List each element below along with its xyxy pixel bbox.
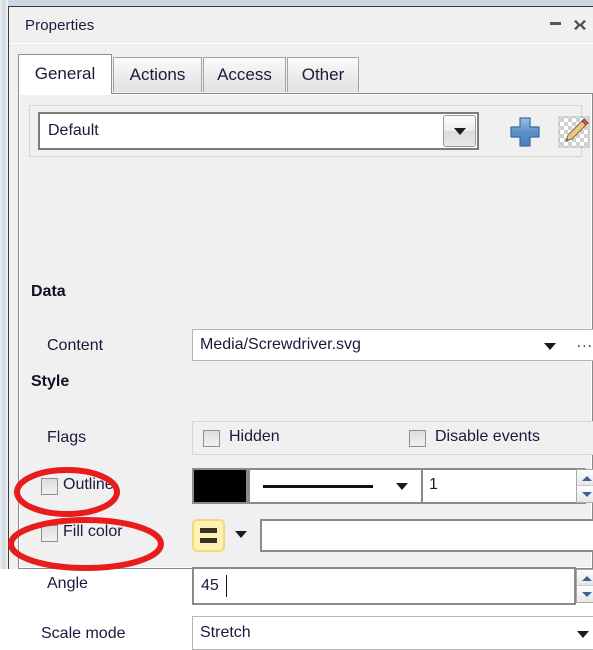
solid-line-icon [263, 485, 373, 488]
add-preset-button[interactable] [507, 114, 543, 150]
close-icon [574, 20, 586, 30]
angle-stepper[interactable] [576, 569, 593, 603]
chevron-down-icon[interactable] [577, 631, 589, 638]
hidden-label[interactable]: Hidden [229, 428, 280, 446]
content-combobox[interactable]: Media/Screwdriver.svg ... [192, 329, 593, 361]
angle-input[interactable]: 45 [192, 567, 576, 605]
close-button[interactable] [571, 17, 591, 37]
section-title-style: Style [31, 373, 70, 390]
fill-color-label[interactable]: Fill color [63, 523, 123, 541]
triangle-up-icon [582, 576, 592, 581]
minimize-icon [549, 22, 561, 25]
triangle-down-icon [582, 492, 592, 497]
tab-access[interactable]: Access [203, 57, 286, 92]
window-left-edge [0, 0, 8, 569]
scale-mode-value: Stretch [200, 624, 251, 641]
minimize-button[interactable] [545, 17, 565, 37]
properties-dialog: Properties General Actions Access Other … [8, 6, 593, 650]
chevron-down-icon[interactable] [396, 483, 408, 490]
angle-decrement[interactable] [577, 586, 593, 602]
chevron-down-icon[interactable] [544, 343, 556, 350]
preset-value: Default [48, 122, 99, 139]
preset-combobox[interactable]: Default [38, 112, 479, 150]
chevron-down-icon [454, 128, 466, 135]
triangle-up-icon [582, 476, 592, 481]
fill-color-value-input[interactable] [260, 519, 593, 552]
content-browse-button[interactable]: ... [577, 334, 593, 352]
plus-icon [510, 117, 540, 147]
gradient-bar-top [200, 528, 217, 533]
tab-strip: General Actions Access Other [18, 54, 593, 94]
triangle-down-icon [582, 592, 592, 597]
title-bar: Properties [10, 8, 593, 44]
flags-label: Flags [47, 429, 87, 446]
general-tab-panel: Default Data Content Media/Screwdriver.s… [18, 93, 593, 650]
preset-toolbar: Default [29, 105, 590, 157]
section-title-data: Data [31, 283, 66, 300]
preset-dropdown-button[interactable] [443, 115, 476, 147]
tab-other[interactable]: Other [287, 57, 359, 92]
gradient-bar-bottom [200, 538, 217, 543]
outline-width-input[interactable]: 1 [423, 468, 586, 504]
flags-group: Hidden Disable events [192, 421, 593, 455]
content-label: Content [47, 337, 104, 354]
edit-preset-button[interactable] [556, 114, 592, 150]
fill-color-checkbox[interactable] [41, 525, 58, 542]
tab-general[interactable]: General [18, 54, 112, 94]
gradient-bars-icon[interactable] [192, 519, 225, 552]
outline-width-decrement[interactable] [577, 486, 593, 502]
outline-color-swatch[interactable] [192, 468, 248, 504]
fill-color-dropdown-icon[interactable] [235, 531, 247, 538]
pencil-edit-icon [558, 116, 590, 148]
outline-checkbox[interactable] [41, 478, 58, 495]
hidden-checkbox[interactable] [203, 430, 220, 447]
tab-actions[interactable]: Actions [113, 57, 202, 92]
outline-controls: 1 [192, 468, 593, 504]
disable-events-label[interactable]: Disable events [435, 428, 540, 446]
outline-width-stepper[interactable] [576, 469, 593, 503]
angle-label: Angle [47, 575, 88, 592]
angle-increment[interactable] [577, 570, 593, 586]
outline-label[interactable]: Outline [63, 476, 114, 494]
scale-mode-label: Scale mode [41, 625, 126, 642]
scale-mode-combobox[interactable]: Stretch [192, 616, 593, 650]
angle-value: 45 [201, 577, 219, 594]
outline-width-value: 1 [429, 476, 438, 493]
outline-width-increment[interactable] [577, 470, 593, 486]
window-title: Properties [25, 17, 95, 34]
content-value: Media/Screwdriver.svg [200, 336, 361, 353]
disable-events-checkbox[interactable] [409, 430, 426, 447]
text-cursor [226, 575, 227, 597]
outline-line-style-combobox[interactable] [248, 468, 423, 504]
